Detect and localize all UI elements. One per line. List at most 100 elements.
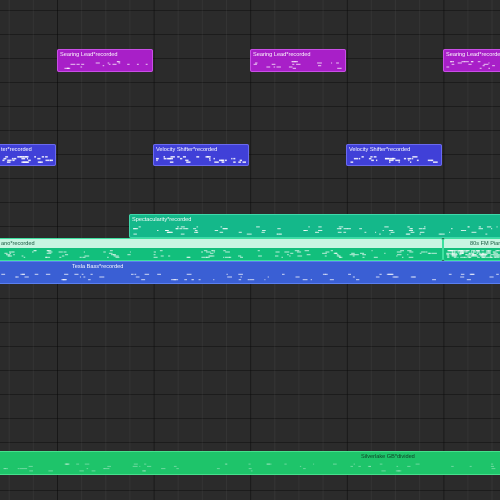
midi-note <box>466 254 469 256</box>
midi-note <box>88 279 91 281</box>
midi-note <box>183 228 187 230</box>
midi-note <box>325 251 330 253</box>
region-searing-lead-1[interactable]: Searing Lead*recorded <box>57 49 153 72</box>
midi-note <box>48 250 50 252</box>
midi-note <box>84 255 90 257</box>
region-label: ano*recorded <box>1 241 35 247</box>
midi-note <box>336 62 339 64</box>
region-tesla-bass[interactable]: Tesla Bass*recorded <box>0 261 500 284</box>
midi-note <box>63 279 66 281</box>
midi-note <box>186 273 192 275</box>
region-silverlake[interactable]: Silverlake GB*divided <box>0 451 500 475</box>
midi-note <box>396 465 399 467</box>
midi-note <box>81 63 85 65</box>
midi-note <box>3 157 7 160</box>
midi-note <box>175 228 179 230</box>
midi-note <box>331 62 333 64</box>
midi-note <box>433 161 438 163</box>
midi-note <box>136 63 139 65</box>
midi-note <box>488 62 490 64</box>
midi-note <box>356 157 359 160</box>
midi-note <box>452 254 456 256</box>
midi-note <box>409 251 414 253</box>
midi-note <box>466 279 471 281</box>
midi-note <box>297 255 303 257</box>
midi-note <box>275 255 279 257</box>
midi-note <box>475 250 479 252</box>
region-label: 80s FM Piano <box>470 241 500 247</box>
midi-note <box>21 161 25 163</box>
midi-note <box>481 256 485 258</box>
midi-note <box>214 230 219 231</box>
midi-note <box>496 273 499 275</box>
arrangement-area[interactable]: Searing Lead*recorded Searing Lead*recor… <box>0 0 500 500</box>
region-fm-piano-2[interactable]: 80s FM Piano <box>443 238 500 261</box>
midi-note <box>473 251 476 253</box>
midi-note <box>7 159 12 162</box>
midi-note <box>177 226 179 228</box>
midi-note <box>276 66 281 68</box>
midi-note <box>482 65 485 67</box>
region-velocity-shifter-1[interactable]: Velocity Shifter*recorded <box>153 144 249 166</box>
midi-note <box>225 251 230 253</box>
midi-note <box>459 250 461 252</box>
midi-note <box>141 279 146 281</box>
region-searing-lead-2[interactable]: Searing Lead*recorded <box>250 49 346 72</box>
midi-note <box>464 230 467 231</box>
midi-note <box>144 463 147 465</box>
midi-note <box>76 463 80 465</box>
midi-note <box>353 463 355 465</box>
midi-note <box>407 250 412 252</box>
midi-note <box>299 465 302 467</box>
midi-note <box>361 156 364 158</box>
midi-note <box>177 156 180 158</box>
midi-notes <box>1 250 440 258</box>
midi-note <box>19 468 23 470</box>
region-label: Spectacularity*recorded <box>132 217 192 223</box>
midi-note <box>454 250 457 252</box>
midi-note <box>153 256 158 258</box>
midi-note <box>196 156 200 158</box>
midi-note <box>37 161 41 163</box>
midi-note <box>220 226 223 228</box>
midi-note <box>396 255 398 257</box>
midi-note <box>48 470 53 472</box>
midi-note <box>12 159 15 162</box>
midi-note <box>489 276 494 278</box>
midi-note <box>289 255 291 257</box>
region-spectacularity[interactable]: Spectacularity*recorded <box>129 214 500 238</box>
midi-note <box>179 228 183 230</box>
midi-note <box>294 250 300 252</box>
midi-note <box>490 465 494 467</box>
midi-note <box>186 161 191 163</box>
region-fm-piano-1[interactable]: ano*recorded <box>0 238 443 261</box>
midi-note <box>375 231 377 233</box>
midi-note <box>451 228 453 230</box>
midi-note <box>329 279 334 281</box>
midi-note <box>384 252 386 254</box>
midi-note <box>389 159 394 162</box>
midi-note <box>470 61 474 63</box>
midi-note <box>490 254 494 256</box>
midi-note <box>22 468 28 470</box>
midi-note <box>388 273 394 275</box>
midi-note <box>481 254 486 256</box>
region-velocity-shifter-2[interactable]: Velocity Shifter*recorded <box>346 144 442 166</box>
midi-note <box>447 255 450 257</box>
midi-note <box>111 254 116 256</box>
midi-note <box>135 276 140 278</box>
midi-note <box>464 256 467 258</box>
midi-note <box>364 231 367 233</box>
midi-note <box>253 63 257 65</box>
midi-note <box>446 66 450 68</box>
midi-note <box>59 256 62 258</box>
midi-note <box>48 159 50 162</box>
midi-note <box>446 254 449 256</box>
midi-note <box>192 279 194 281</box>
midi-note <box>424 226 426 228</box>
midi-note <box>392 157 396 160</box>
midi-note <box>214 161 219 163</box>
midi-note <box>4 468 8 470</box>
region-searing-lead-3[interactable]: Searing Lead*recorded <box>443 49 500 72</box>
region-velocity-shifter-0[interactable]: ter*recorded <box>0 144 56 166</box>
